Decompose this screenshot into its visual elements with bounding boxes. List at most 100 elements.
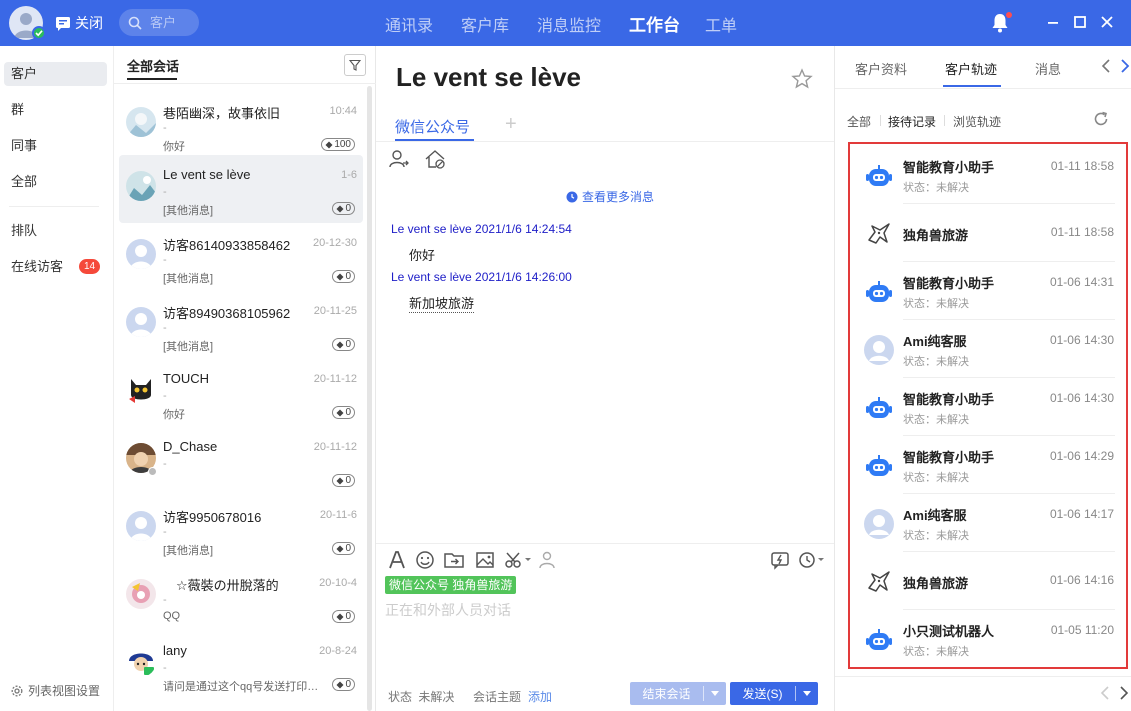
message-body: 新加坡旅游 (409, 293, 475, 313)
conversation-last-message: 你好 (163, 409, 185, 421)
trajectory-time: 01-06 14:31 (1049, 275, 1114, 289)
send-label: 发送(S) (742, 687, 783, 701)
conversation-item[interactable]: 访客89490368105962 20-11-25 - [其他消息] 0 (119, 291, 363, 359)
nav-tab-workbench[interactable]: 工作台 (629, 11, 680, 36)
left-nav-all[interactable]: 全部 (4, 170, 107, 194)
diamond-icon (336, 613, 344, 620)
chevron-down-icon[interactable] (704, 691, 726, 696)
person-avatar-icon (863, 508, 895, 540)
trajectory-time: 01-06 14:30 (1049, 333, 1114, 347)
conversation-list-title[interactable]: 全部会话 (127, 56, 179, 75)
message-input[interactable] (385, 600, 815, 690)
trajectory-title: 小只测试机器人 (903, 624, 995, 639)
close-icon[interactable] (1099, 14, 1115, 30)
trajectory-item[interactable]: 智能教育小助手 01-06 14:30 状态：未解决 (858, 378, 1115, 436)
conversation-item[interactable]: D_Chase 20-11-12 - 0 (119, 427, 363, 495)
filter-button[interactable] (344, 54, 366, 76)
left-nav-colleagues[interactable]: 同事 (4, 134, 107, 158)
send-button[interactable]: 发送(S) (730, 682, 818, 705)
unicorn-icon (863, 218, 895, 250)
close-session-button[interactable]: 关闭 (55, 13, 103, 33)
trajectory-item[interactable]: Ami纯客服 01-06 14:30 状态：未解决 (858, 320, 1115, 378)
chevron-down-icon[interactable] (796, 691, 818, 696)
nav-tab-customer-library[interactable]: 客户库 (461, 12, 509, 36)
filter-browsing-trajectory[interactable]: 浏览轨迹 (953, 113, 1001, 130)
conversation-list-scrollbar[interactable] (367, 86, 372, 711)
conversation-item[interactable]: ☆薇裝の卅脫落的 20-10-4 - QQ 0 (119, 563, 363, 631)
search-input[interactable] (150, 15, 195, 30)
left-nav: 客户 群 同事 全部 排队 在线访客 14 列表视图设置 (0, 46, 114, 711)
tab-wechat-official-account[interactable]: 微信公众号 (395, 116, 470, 137)
filter-all[interactable]: 全部 (847, 113, 871, 130)
star-icon[interactable] (791, 68, 813, 90)
conversation-item[interactable]: 访客9950678016 20-11-6 - [其他消息] 0 (119, 495, 363, 563)
image-icon[interactable] (474, 549, 496, 571)
app-window: 关闭 通讯录 客户库 消息监控 工作台 工单 客户 群 同事 全部 排队 在线访… (0, 0, 1131, 711)
emoji-icon[interactable] (414, 549, 436, 571)
conversation-item[interactable]: Le vent se lève 1-6 - [其他消息] 0 (119, 155, 363, 223)
transfer-user-icon[interactable] (388, 148, 410, 170)
avatar (126, 107, 156, 137)
conversation-subtitle: - (163, 254, 167, 266)
trajectory-item[interactable]: 智能教育小助手 01-06 14:31 状态：未解决 (858, 262, 1115, 320)
minimize-icon[interactable] (1045, 14, 1061, 30)
top-bar: 关闭 通讯录 客户库 消息监控 工作台 工单 (0, 0, 1131, 46)
trajectory-item[interactable]: 独角兽旅游 01-11 18:58 (858, 204, 1115, 262)
conversation-item[interactable]: lany 20-8-24 - 请问是通过这个qq号发送打印机的吗 0 (119, 631, 363, 699)
block-visitor-icon[interactable] (424, 148, 446, 170)
conversation-count-badge: 0 (332, 270, 355, 283)
maximize-icon[interactable] (1072, 14, 1088, 30)
list-view-settings-button[interactable]: 列表视图设置 (11, 682, 100, 699)
trajectory-title: Ami纯客服 (903, 508, 967, 523)
add-tab-button[interactable]: + (505, 113, 517, 136)
left-nav-queue[interactable]: 排队 (4, 219, 107, 243)
trajectory-item[interactable]: 独角兽旅游 01-06 14:16 (858, 552, 1115, 610)
history-icon[interactable] (797, 549, 827, 571)
trajectory-item[interactable]: 智能教育小助手 01-11 18:58 状态：未解决 (858, 146, 1115, 204)
diamond-icon (336, 545, 344, 552)
tab-messages[interactable]: 消息 (1035, 59, 1061, 78)
trajectory-title: 独角兽旅游 (903, 576, 969, 591)
conversation-time: 20-11-6 (319, 509, 357, 521)
nav-tab-tickets[interactable]: 工单 (705, 12, 737, 36)
left-nav-customers[interactable]: 客户 (4, 62, 107, 86)
trajectory-item[interactable]: Ami纯客服 01-06 14:17 状态：未解决 (858, 494, 1115, 552)
tab-customer-profile[interactable]: 客户资料 (855, 59, 907, 78)
end-session-button[interactable]: 结束会话 (630, 682, 726, 705)
channel-tag: 微信公众号 独角兽旅游 (385, 576, 517, 594)
screenshot-icon[interactable] (503, 549, 533, 571)
conversation-subtitle: - (163, 594, 167, 606)
nav-tab-contacts[interactable]: 通讯录 (385, 12, 433, 36)
nav-tab-message-monitor[interactable]: 消息监控 (537, 12, 601, 36)
message-body: 你好 (409, 248, 436, 263)
left-nav-groups[interactable]: 群 (4, 98, 107, 122)
conversation-subtitle: - (163, 122, 167, 134)
filter-reception-records[interactable]: 接待记录 (888, 113, 936, 130)
trajectory-item[interactable]: 智能教育小助手 01-06 14:29 状态：未解决 (858, 436, 1115, 494)
add-topic-link[interactable]: 添加 (528, 688, 552, 705)
end-session-label: 结束会话 (642, 687, 691, 701)
chevron-left-icon[interactable] (1100, 59, 1112, 73)
conversation-item[interactable]: 巷陌幽深，故事依旧 10:44 - 你好 100 (119, 91, 363, 159)
conversation-count-badge: 0 (332, 678, 355, 691)
chevron-right-icon[interactable] (1119, 59, 1131, 73)
offline-status-icon (148, 467, 157, 476)
conversation-list-title-underline (127, 78, 177, 80)
conversation-name: ☆薇裝の卅脫落的 (163, 578, 279, 593)
refresh-icon[interactable] (1093, 111, 1109, 127)
conversation-time: 20-12-30 (312, 237, 357, 249)
search-box[interactable] (119, 9, 199, 36)
font-icon[interactable] (386, 549, 408, 571)
tab-customer-trajectory[interactable]: 客户轨迹 (945, 59, 997, 78)
view-more-messages-link[interactable]: 查看更多消息 (566, 188, 654, 205)
conversation-item[interactable]: TOUCH 20-11-12 - 你好 0 (119, 359, 363, 427)
transfer-agent-icon[interactable] (536, 549, 558, 571)
chevron-right-icon[interactable] (1118, 686, 1130, 700)
chevron-left-icon[interactable] (1099, 686, 1111, 700)
trajectory-time: 01-06 14:17 (1049, 507, 1114, 521)
trajectory-item[interactable]: 小只测试机器人 01-05 11:20 状态：未解决 (858, 610, 1114, 668)
send-file-icon[interactable] (443, 549, 465, 571)
avatar (126, 511, 156, 541)
quick-reply-icon[interactable] (769, 549, 791, 571)
conversation-item[interactable]: 访客86140933858462 20-12-30 - [其他消息] 0 (119, 223, 363, 291)
